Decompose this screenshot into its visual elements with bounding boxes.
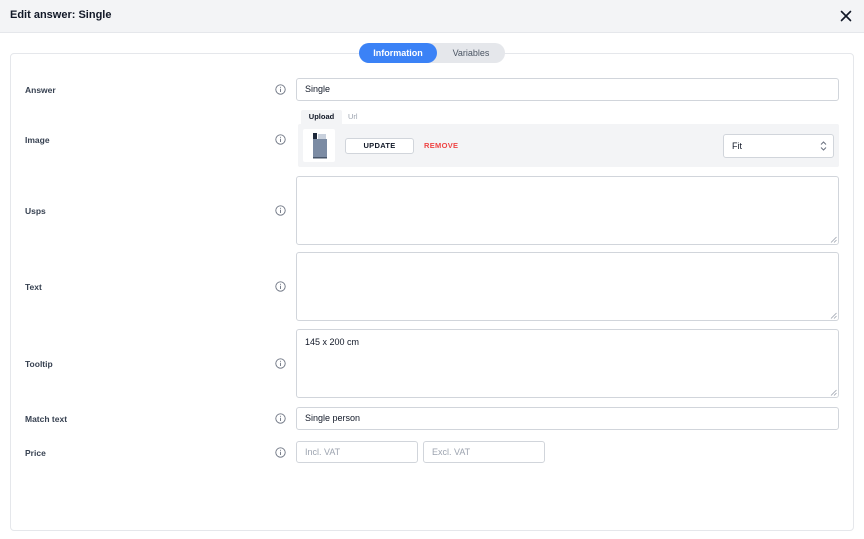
info-icon[interactable]: [275, 281, 286, 292]
tab-url[interactable]: Url: [348, 110, 358, 124]
text-label: Text: [25, 282, 42, 292]
info-icon[interactable]: [275, 413, 286, 424]
tab-upload[interactable]: Upload: [301, 110, 342, 124]
info-icon[interactable]: [275, 447, 286, 458]
image-fit-select[interactable]: Fit: [723, 134, 834, 158]
close-button[interactable]: [838, 8, 854, 24]
resize-handle-icon[interactable]: [830, 389, 837, 396]
info-icon[interactable]: [275, 358, 286, 369]
price-label: Price: [25, 448, 46, 458]
usps-label: Usps: [25, 206, 46, 216]
tooltip-label: Tooltip: [25, 359, 53, 369]
remove-image-button[interactable]: REMOVE: [424, 138, 458, 154]
price-excl-vat-input[interactable]: [423, 441, 545, 463]
dialog-title: Edit answer: Single: [10, 9, 112, 21]
chevron-up-down-icon: [820, 140, 827, 152]
info-icon[interactable]: [275, 134, 286, 145]
match-text-input[interactable]: Single person: [296, 407, 839, 430]
fit-select-value: Fit: [732, 141, 742, 151]
resize-handle-icon[interactable]: [830, 312, 837, 319]
update-image-button[interactable]: UPDATE: [345, 138, 414, 154]
tab-information[interactable]: Information: [359, 43, 437, 63]
image-label: Image: [25, 135, 50, 145]
tooltip-value: 145 x 200 cm: [305, 337, 360, 347]
usps-textarea[interactable]: [296, 176, 839, 245]
price-incl-vat-input[interactable]: [296, 441, 418, 463]
tab-variables[interactable]: Variables: [437, 43, 505, 63]
info-icon[interactable]: [275, 205, 286, 216]
answer-label: Answer: [25, 85, 56, 95]
image-upload-area: UPDATE REMOVE Fit: [298, 124, 839, 167]
tooltip-textarea[interactable]: 145 x 200 cm: [296, 329, 839, 398]
match-text-label: Match text: [25, 414, 68, 424]
text-textarea[interactable]: [296, 252, 839, 321]
info-icon[interactable]: [275, 84, 286, 95]
close-icon: [840, 10, 852, 22]
answer-input[interactable]: Single: [296, 78, 839, 101]
image-thumbnail: [303, 129, 335, 162]
tab-switcher: Information Variables: [359, 43, 505, 63]
resize-handle-icon[interactable]: [830, 236, 837, 243]
dialog-header: Edit answer: Single: [0, 0, 864, 33]
